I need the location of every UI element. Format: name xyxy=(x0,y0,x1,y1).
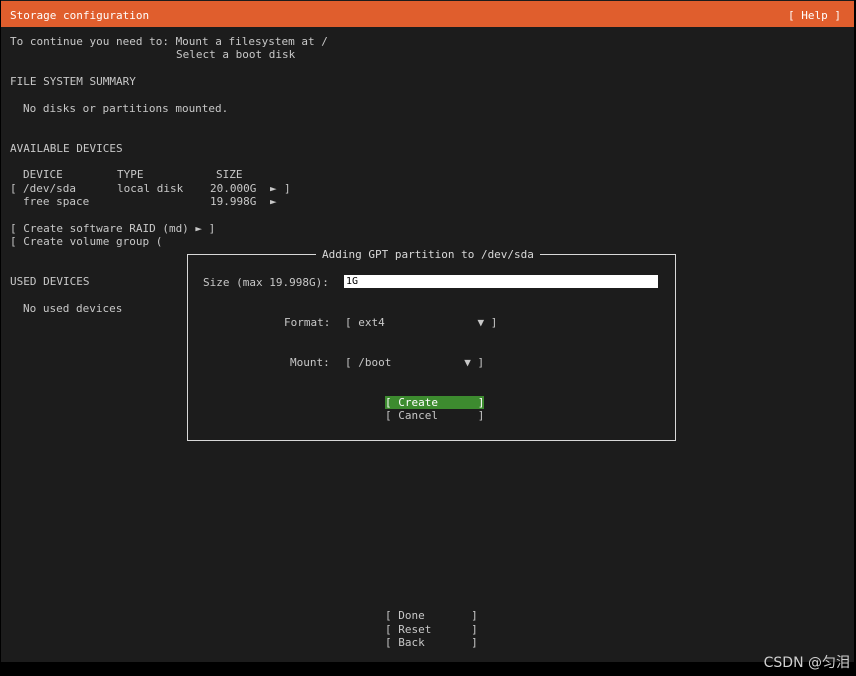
intro-line-1: To continue you need to: Mount a filesys… xyxy=(10,35,328,48)
device-name: /dev/sda xyxy=(23,182,76,195)
create-raid-button[interactable]: [ Create software RAID (md) ► ] xyxy=(10,222,215,235)
add-partition-dialog: Adding GPT partition to /dev/sda Size (m… xyxy=(187,248,676,441)
reset-button[interactable]: [ Reset ] xyxy=(385,623,478,636)
row-bracket-open: [ xyxy=(10,182,17,195)
intro-line-2: Select a boot disk xyxy=(176,48,296,61)
screen-title: Storage configuration xyxy=(10,9,150,22)
size-label: Size (max 19.998G): xyxy=(203,276,329,289)
device-size: 20.000G xyxy=(210,182,257,195)
create-volume-group-button[interactable]: [ Create volume group ( xyxy=(10,235,162,248)
fs-summary-empty: No disks or partitions mounted. xyxy=(23,102,229,115)
format-select[interactable]: [ ext4 ▼ ] xyxy=(345,316,497,329)
device-size: 19.998G xyxy=(210,195,257,208)
create-button[interactable]: [ Create ] xyxy=(385,396,485,409)
dialog-title: Adding GPT partition to /dev/sda xyxy=(316,248,540,261)
used-devices-heading: USED DEVICES xyxy=(10,275,90,288)
used-devices-empty: No used devices xyxy=(23,302,123,315)
column-header-type: TYPE xyxy=(117,168,144,181)
column-header-size: SIZE xyxy=(216,168,243,181)
format-label: Format: xyxy=(284,316,331,329)
cancel-button[interactable]: [ Cancel ] xyxy=(385,409,484,422)
installer-screen: Storage configuration [ Help ] To contin… xyxy=(1,0,854,662)
mount-label: Mount: xyxy=(290,356,330,369)
fs-summary-heading: FILE SYSTEM SUMMARY xyxy=(10,75,136,88)
mount-select[interactable]: [ /boot ▼ ] xyxy=(345,356,484,369)
watermark: CSDN @匀泪 xyxy=(763,655,850,671)
row-bracket-close: ] xyxy=(284,182,291,195)
header-bar: Storage configuration [ Help ] xyxy=(1,1,854,27)
expand-arrow-icon[interactable]: ► xyxy=(270,182,277,195)
help-button[interactable]: [ Help ] xyxy=(788,9,841,22)
available-devices-heading: AVAILABLE DEVICES xyxy=(10,142,123,155)
device-name: free space xyxy=(23,195,90,208)
expand-arrow-icon[interactable]: ► xyxy=(270,195,277,208)
device-type: local disk xyxy=(117,182,184,195)
column-header-device: DEVICE xyxy=(23,168,63,181)
size-input[interactable] xyxy=(344,275,658,288)
done-button[interactable]: [ Done ] xyxy=(385,609,478,622)
back-button[interactable]: [ Back ] xyxy=(385,636,478,649)
